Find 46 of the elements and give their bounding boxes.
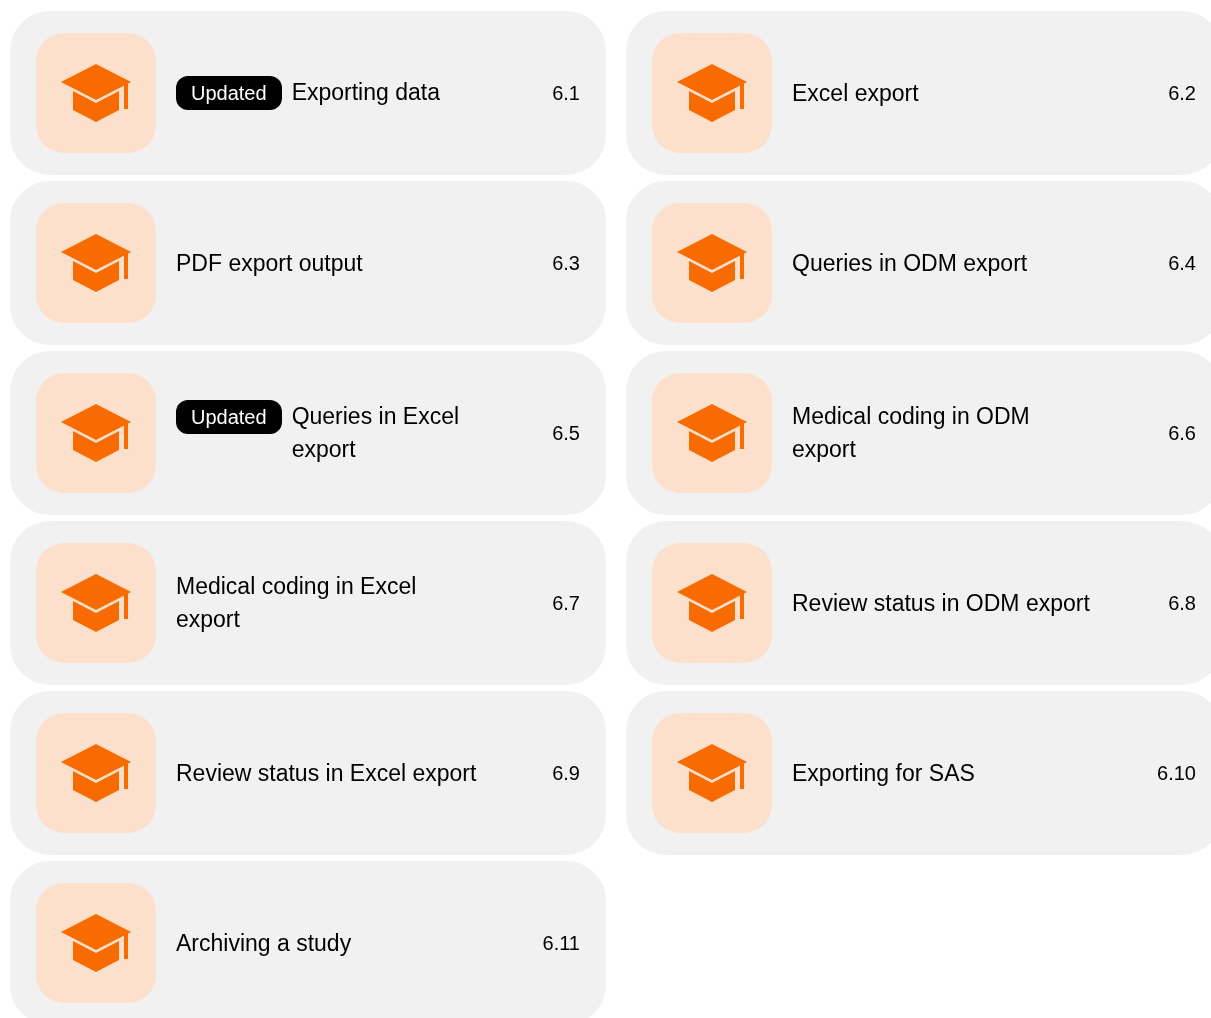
lesson-title: Review status in Excel export bbox=[176, 758, 478, 788]
lesson-number: 6.5 bbox=[552, 421, 580, 446]
graduation-cap-icon bbox=[677, 64, 747, 122]
lesson-number: 6.9 bbox=[552, 761, 580, 786]
lesson-card[interactable]: Medical coding in ODM export 6.6 bbox=[626, 351, 1211, 515]
lesson-number: 6.6 bbox=[1168, 421, 1196, 446]
lesson-title: Review status in ODM export bbox=[792, 588, 1091, 618]
lesson-card[interactable]: Updated Exporting data 6.1 bbox=[10, 11, 606, 175]
lesson-title: Queries in Excel export bbox=[291, 402, 461, 464]
updated-badge: Updated bbox=[176, 400, 282, 434]
lesson-number: 6.2 bbox=[1168, 81, 1196, 106]
lesson-card[interactable]: Updated Queries in Excel export 6.5 bbox=[10, 351, 606, 515]
graduation-cap-icon bbox=[677, 404, 747, 462]
lesson-title: Archiving a study bbox=[176, 928, 353, 958]
graduation-cap-icon bbox=[61, 404, 131, 462]
lesson-card[interactable]: PDF export output 6.3 bbox=[10, 181, 606, 345]
updated-badge: Updated bbox=[176, 76, 282, 110]
graduation-cap-icon bbox=[61, 744, 131, 802]
lesson-number: 6.11 bbox=[542, 931, 580, 956]
lesson-number: 6.1 bbox=[552, 81, 580, 106]
lesson-number: 6.8 bbox=[1168, 591, 1196, 616]
lesson-title: PDF export output bbox=[176, 248, 364, 278]
lesson-title: Exporting data bbox=[291, 78, 441, 107]
lesson-number: 6.3 bbox=[552, 251, 580, 276]
graduation-cap-icon bbox=[61, 574, 131, 632]
lesson-number: 6.4 bbox=[1168, 251, 1196, 276]
lesson-title: Exporting for SAS bbox=[792, 758, 976, 788]
graduation-cap-icon bbox=[677, 234, 747, 292]
lesson-card[interactable]: Medical coding in Excel export 6.7 bbox=[10, 521, 606, 685]
lesson-number: 6.10 bbox=[1157, 761, 1196, 786]
lesson-card[interactable]: Exporting for SAS 6.10 bbox=[626, 691, 1211, 855]
graduation-cap-icon bbox=[677, 744, 747, 802]
lesson-card[interactable]: Queries in ODM export 6.4 bbox=[626, 181, 1211, 345]
lesson-title: Queries in ODM export bbox=[792, 248, 1029, 278]
lesson-number: 6.7 bbox=[552, 591, 580, 616]
lesson-title: Medical coding in ODM export bbox=[792, 402, 1031, 464]
lesson-card[interactable]: Review status in Excel export 6.9 bbox=[10, 691, 606, 855]
lesson-title: Medical coding in Excel export bbox=[176, 572, 418, 634]
graduation-cap-icon bbox=[61, 914, 131, 972]
graduation-cap-icon bbox=[61, 64, 131, 122]
lesson-card[interactable]: Excel export 6.2 bbox=[626, 11, 1211, 175]
lesson-card[interactable]: Archiving a study 6.11 bbox=[10, 861, 606, 1018]
graduation-cap-icon bbox=[677, 574, 747, 632]
lesson-card[interactable]: Review status in ODM export 6.8 bbox=[626, 521, 1211, 685]
graduation-cap-icon bbox=[61, 234, 131, 292]
lesson-title: Excel export bbox=[792, 78, 920, 108]
